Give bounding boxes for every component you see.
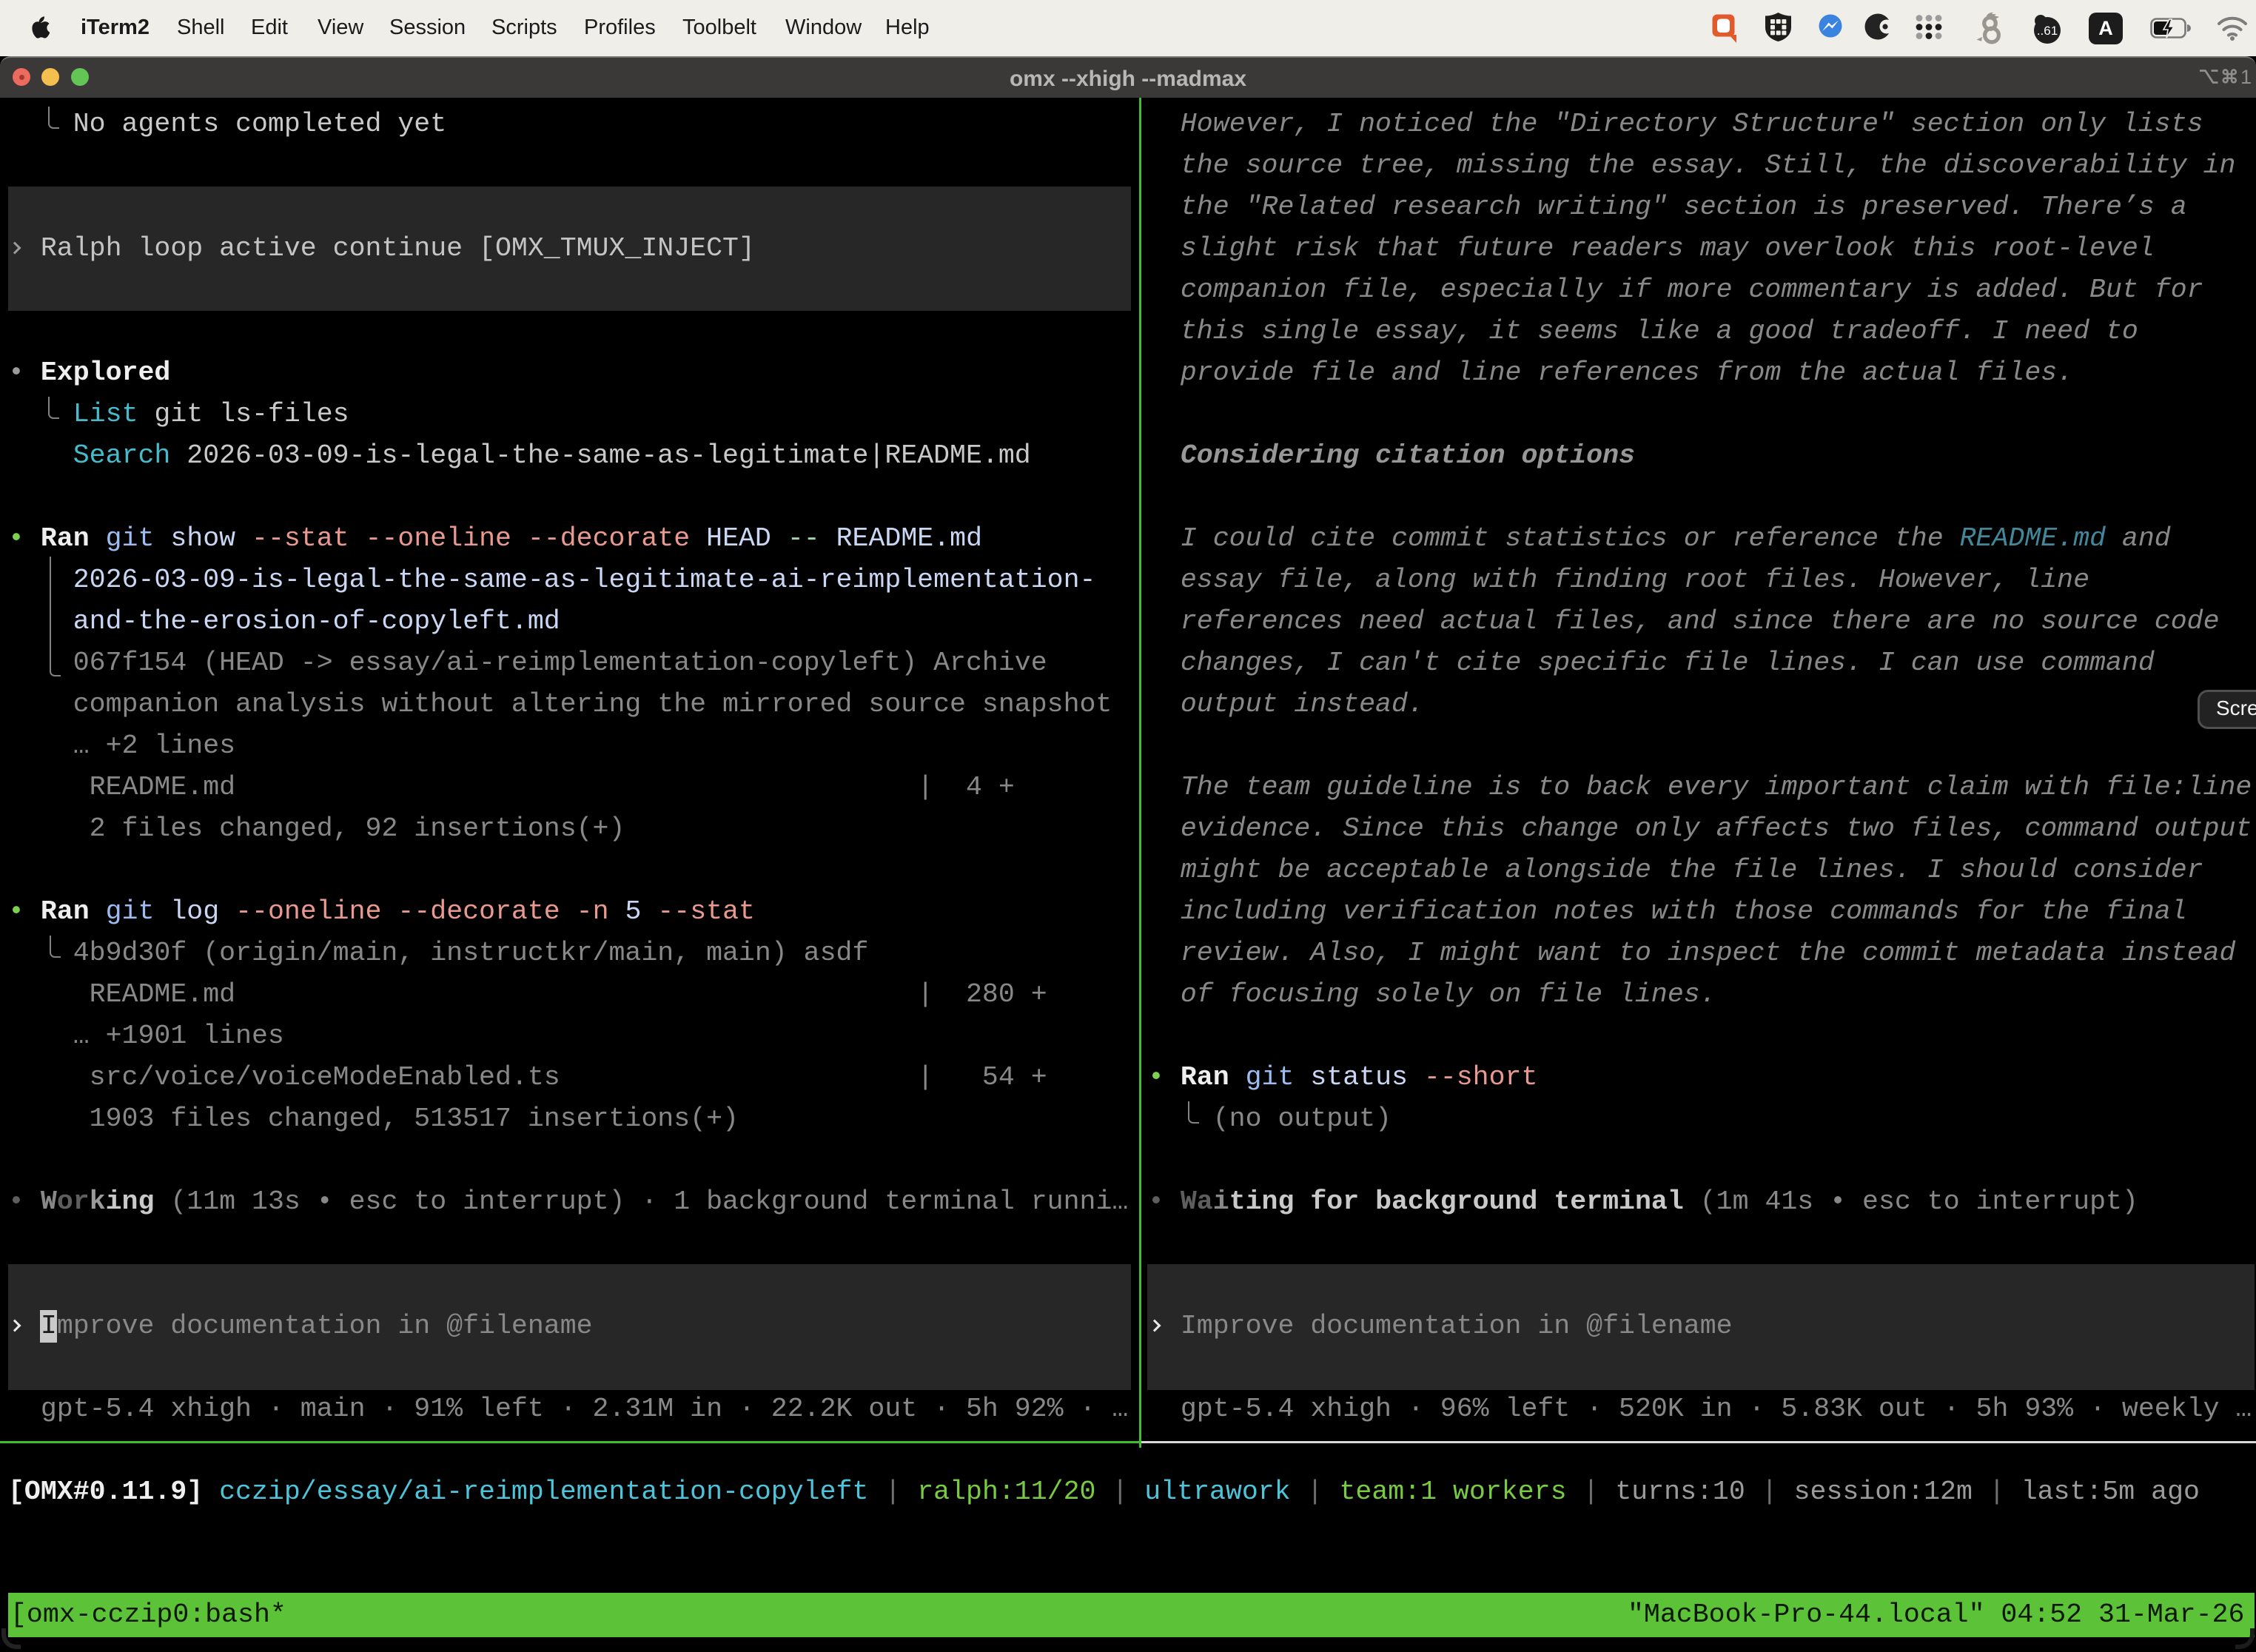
svg-text:..61: ..61	[2037, 24, 2058, 38]
svg-text:1: 1	[2240, 66, 2252, 87]
